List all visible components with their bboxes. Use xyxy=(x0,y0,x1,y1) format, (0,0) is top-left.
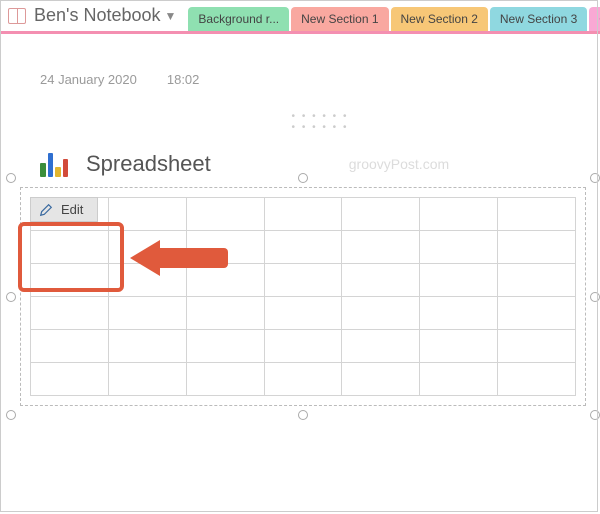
pencil-icon xyxy=(39,203,53,217)
resize-handle[interactable] xyxy=(6,292,16,302)
notebook-title[interactable]: Ben's Notebook xyxy=(34,5,161,26)
page-date: 24 January 2020 xyxy=(40,72,137,87)
embedded-object-area: • • • • • •• • • • • • Spreadsheet groov… xyxy=(40,151,600,396)
tab-gb[interactable]: GB xyxy=(589,7,600,31)
chevron-down-icon[interactable]: ▼ xyxy=(165,9,177,23)
object-title[interactable]: Spreadsheet xyxy=(86,151,211,177)
top-bar: Ben's Notebook ▼ Background r... New Sec… xyxy=(0,0,600,34)
resize-handle[interactable] xyxy=(6,173,16,183)
resize-handle[interactable] xyxy=(6,410,16,420)
resize-handle[interactable] xyxy=(590,410,600,420)
resize-handle[interactable] xyxy=(298,173,308,183)
edit-label: Edit xyxy=(61,202,83,217)
object-frame[interactable]: Edit xyxy=(30,197,576,396)
bar-chart-icon xyxy=(40,151,68,177)
resize-handle[interactable] xyxy=(590,292,600,302)
notebook-icon xyxy=(8,8,26,24)
tab-new-section-1[interactable]: New Section 1 xyxy=(291,7,388,31)
tab-background[interactable]: Background r... xyxy=(188,7,289,31)
section-tabs: Background r... New Section 1 New Sectio… xyxy=(188,1,600,31)
page-time: 18:02 xyxy=(167,72,200,87)
selection-frame xyxy=(20,187,586,406)
watermark-text: groovyPost.com xyxy=(349,156,449,172)
tab-new-section-2[interactable]: New Section 2 xyxy=(391,7,488,31)
resize-handle[interactable] xyxy=(590,173,600,183)
resize-handle[interactable] xyxy=(298,410,308,420)
tab-new-section-3[interactable]: New Section 3 xyxy=(490,7,587,31)
page-meta: 24 January 2020 18:02 xyxy=(40,72,600,87)
edit-button[interactable]: Edit xyxy=(30,197,98,222)
drag-handle-icon[interactable]: • • • • • •• • • • • • xyxy=(292,111,349,133)
page-content: 24 January 2020 18:02 • • • • • •• • • •… xyxy=(0,34,600,396)
